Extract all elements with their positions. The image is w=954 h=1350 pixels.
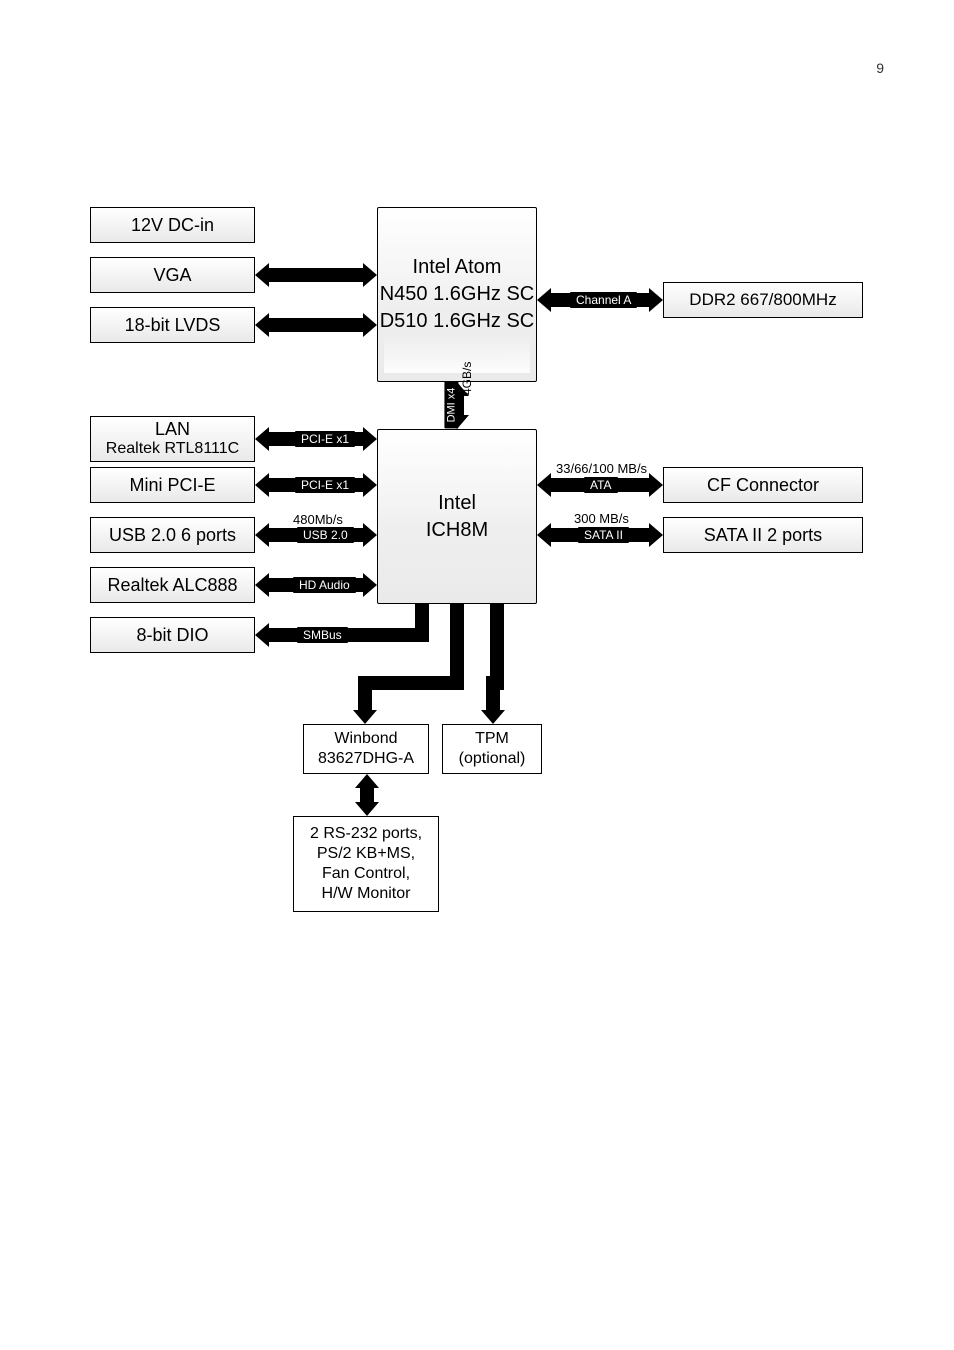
arrowhead: [255, 573, 269, 597]
label: 18-bit LVDS: [125, 314, 221, 337]
node-ddr2: DDR2 667/800MHz: [663, 282, 863, 318]
node-ich8m: Intel ICH8M: [377, 429, 537, 604]
usb-rate: 480Mb/s: [293, 512, 343, 527]
label-line2: ICH8M: [426, 517, 488, 544]
node-winbond: Winbond 83627DHG-A: [303, 724, 429, 774]
arrowhead: [255, 427, 269, 451]
bus-smbus-v: [415, 604, 429, 642]
bus-label-ata: ATA: [584, 477, 618, 493]
node-rs232-ps2-fan-hw: 2 RS-232 ports, PS/2 KB+MS, Fan Control,…: [293, 816, 439, 912]
sata-rate: 300 MB/s: [574, 511, 629, 526]
arrowhead: [255, 473, 269, 497]
bus-label-pcie-a: PCI-E x1: [295, 431, 355, 447]
label-line2: PS/2 KB+MS,: [310, 844, 422, 864]
arrowhead: [255, 523, 269, 547]
bus-label-hdaudio: HD Audio: [293, 577, 356, 593]
arrowhead: [363, 473, 377, 497]
arrowhead: [355, 802, 379, 816]
node-cpu: Intel Atom N450 1.6GHz SC D510 1.6GHz SC: [377, 207, 537, 382]
arrowhead: [353, 710, 377, 724]
arrowhead: [255, 263, 269, 287]
arrowhead: [649, 473, 663, 497]
arrowhead: [537, 523, 551, 547]
label-line1: Intel Atom: [380, 254, 535, 281]
node-mini-pcie: Mini PCI-E: [90, 467, 255, 503]
bus-label-smbus: SMBus: [297, 627, 348, 643]
arrowhead: [481, 710, 505, 724]
bus-to-winbond-v2: [358, 676, 372, 711]
bus-label-dmi: DMI x4: [444, 382, 458, 429]
bus-label-usb: USB 2.0: [297, 527, 354, 543]
bus-to-winbond-h: [358, 676, 464, 690]
label-line4: H/W Monitor: [310, 884, 422, 904]
bus-label-pcie-b: PCI-E x1: [295, 477, 355, 493]
bus-label-sata: SATA II: [578, 527, 629, 543]
node-vga: VGA: [90, 257, 255, 293]
label: Realtek ALC888: [107, 574, 237, 597]
bus-vga-cpu: [269, 268, 363, 282]
node-dio: 8-bit DIO: [90, 617, 255, 653]
arrowhead: [363, 523, 377, 547]
arrowhead: [649, 523, 663, 547]
label: 8-bit DIO: [136, 624, 208, 647]
node-lan: LAN Realtek RTL8111C: [90, 416, 255, 462]
arrowhead: [649, 288, 663, 312]
node-12v-dc-in: 12V DC-in: [90, 207, 255, 243]
node-sata: SATA II 2 ports: [663, 517, 863, 553]
node-usb: USB 2.0 6 ports: [90, 517, 255, 553]
page-number: 9: [876, 60, 884, 76]
label-line2: Realtek RTL8111C: [106, 440, 239, 458]
arrowhead: [537, 288, 551, 312]
node-lvds: 18-bit LVDS: [90, 307, 255, 343]
label-line1: TPM: [459, 729, 526, 749]
dmi-rate: 4GB/s: [460, 362, 474, 395]
label-line2: N450 1.6GHz SC: [380, 281, 535, 308]
arrowhead: [255, 623, 269, 647]
label: USB 2.0 6 ports: [109, 524, 236, 547]
bus-to-tpm-v2: [486, 676, 500, 711]
label-line1: Winbond: [318, 729, 414, 749]
node-alc888: Realtek ALC888: [90, 567, 255, 603]
label-line3: D510 1.6GHz SC: [380, 308, 535, 335]
bus-smbus-h: [269, 628, 429, 642]
label-line1: LAN: [106, 420, 239, 440]
arrowhead: [363, 313, 377, 337]
node-tpm: TPM (optional): [442, 724, 542, 774]
label: DDR2 667/800MHz: [689, 289, 836, 310]
label: VGA: [153, 264, 191, 287]
arrowhead: [255, 313, 269, 337]
bus-lvds-cpu: [269, 318, 363, 332]
label-line3: Fan Control,: [310, 864, 422, 884]
label-line1: 2 RS-232 ports,: [310, 824, 422, 844]
label-line2: 83627DHG-A: [318, 749, 414, 769]
bus-label-channel-a: Channel A: [570, 292, 637, 308]
label-line2: (optional): [459, 749, 526, 769]
arrowhead: [537, 473, 551, 497]
label: Mini PCI-E: [129, 474, 215, 497]
node-cf-connector: CF Connector: [663, 467, 863, 503]
arrowhead: [363, 263, 377, 287]
label: CF Connector: [707, 474, 819, 497]
label: SATA II 2 ports: [704, 524, 822, 547]
ata-rate: 33/66/100 MB/s: [556, 461, 647, 476]
arrowhead: [363, 573, 377, 597]
arrowhead: [363, 427, 377, 451]
block-diagram: 9 12V DC-in VGA 18-bit LVDS Intel Atom N…: [0, 0, 954, 1350]
label: 12V DC-in: [131, 214, 214, 237]
label-line1: Intel: [426, 490, 488, 517]
